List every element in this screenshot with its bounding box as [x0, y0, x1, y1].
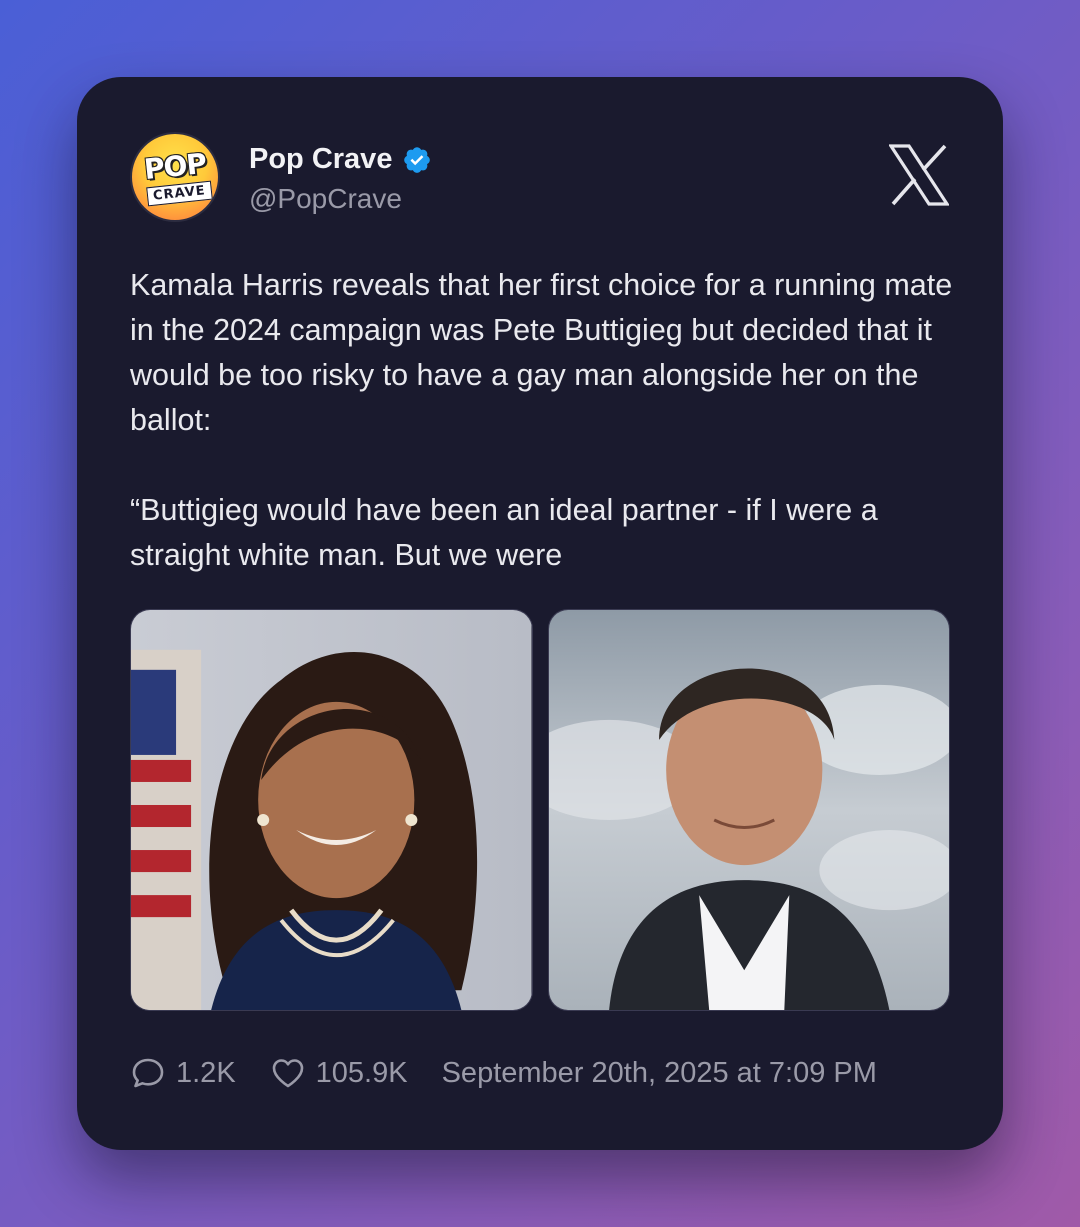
author-name-row: Pop Crave	[249, 143, 432, 176]
author-avatar[interactable]: POP CRAVE	[130, 132, 220, 222]
tweet-media-grid	[130, 609, 950, 1011]
x-logo-icon[interactable]	[889, 144, 949, 206]
tweet-body-text: Kamala Harris reveals that her first cho…	[130, 268, 953, 572]
portrait-photo-man	[548, 610, 949, 1010]
tweet-footer: 1.2K 105.9K September 20th, 2025 at 7:09…	[130, 1055, 877, 1091]
tweet-card: POP CRAVE Pop Crave @PopCrave Kamala Har…	[77, 77, 1003, 1150]
reply-count: 1.2K	[176, 1056, 236, 1089]
tweet-timestamp[interactable]: September 20th, 2025 at 7:09 PM	[442, 1057, 877, 1090]
author-handle[interactable]: @PopCrave	[249, 183, 402, 215]
reply-icon[interactable]	[130, 1055, 166, 1091]
media-photo-right[interactable]	[547, 609, 950, 1011]
like-count: 105.9K	[315, 1056, 408, 1089]
author-display-name[interactable]: Pop Crave	[249, 143, 392, 176]
heart-icon[interactable]	[270, 1055, 306, 1091]
media-photo-left[interactable]	[130, 609, 533, 1011]
verified-badge-icon	[404, 146, 431, 173]
portrait-photo-woman	[131, 610, 532, 1010]
